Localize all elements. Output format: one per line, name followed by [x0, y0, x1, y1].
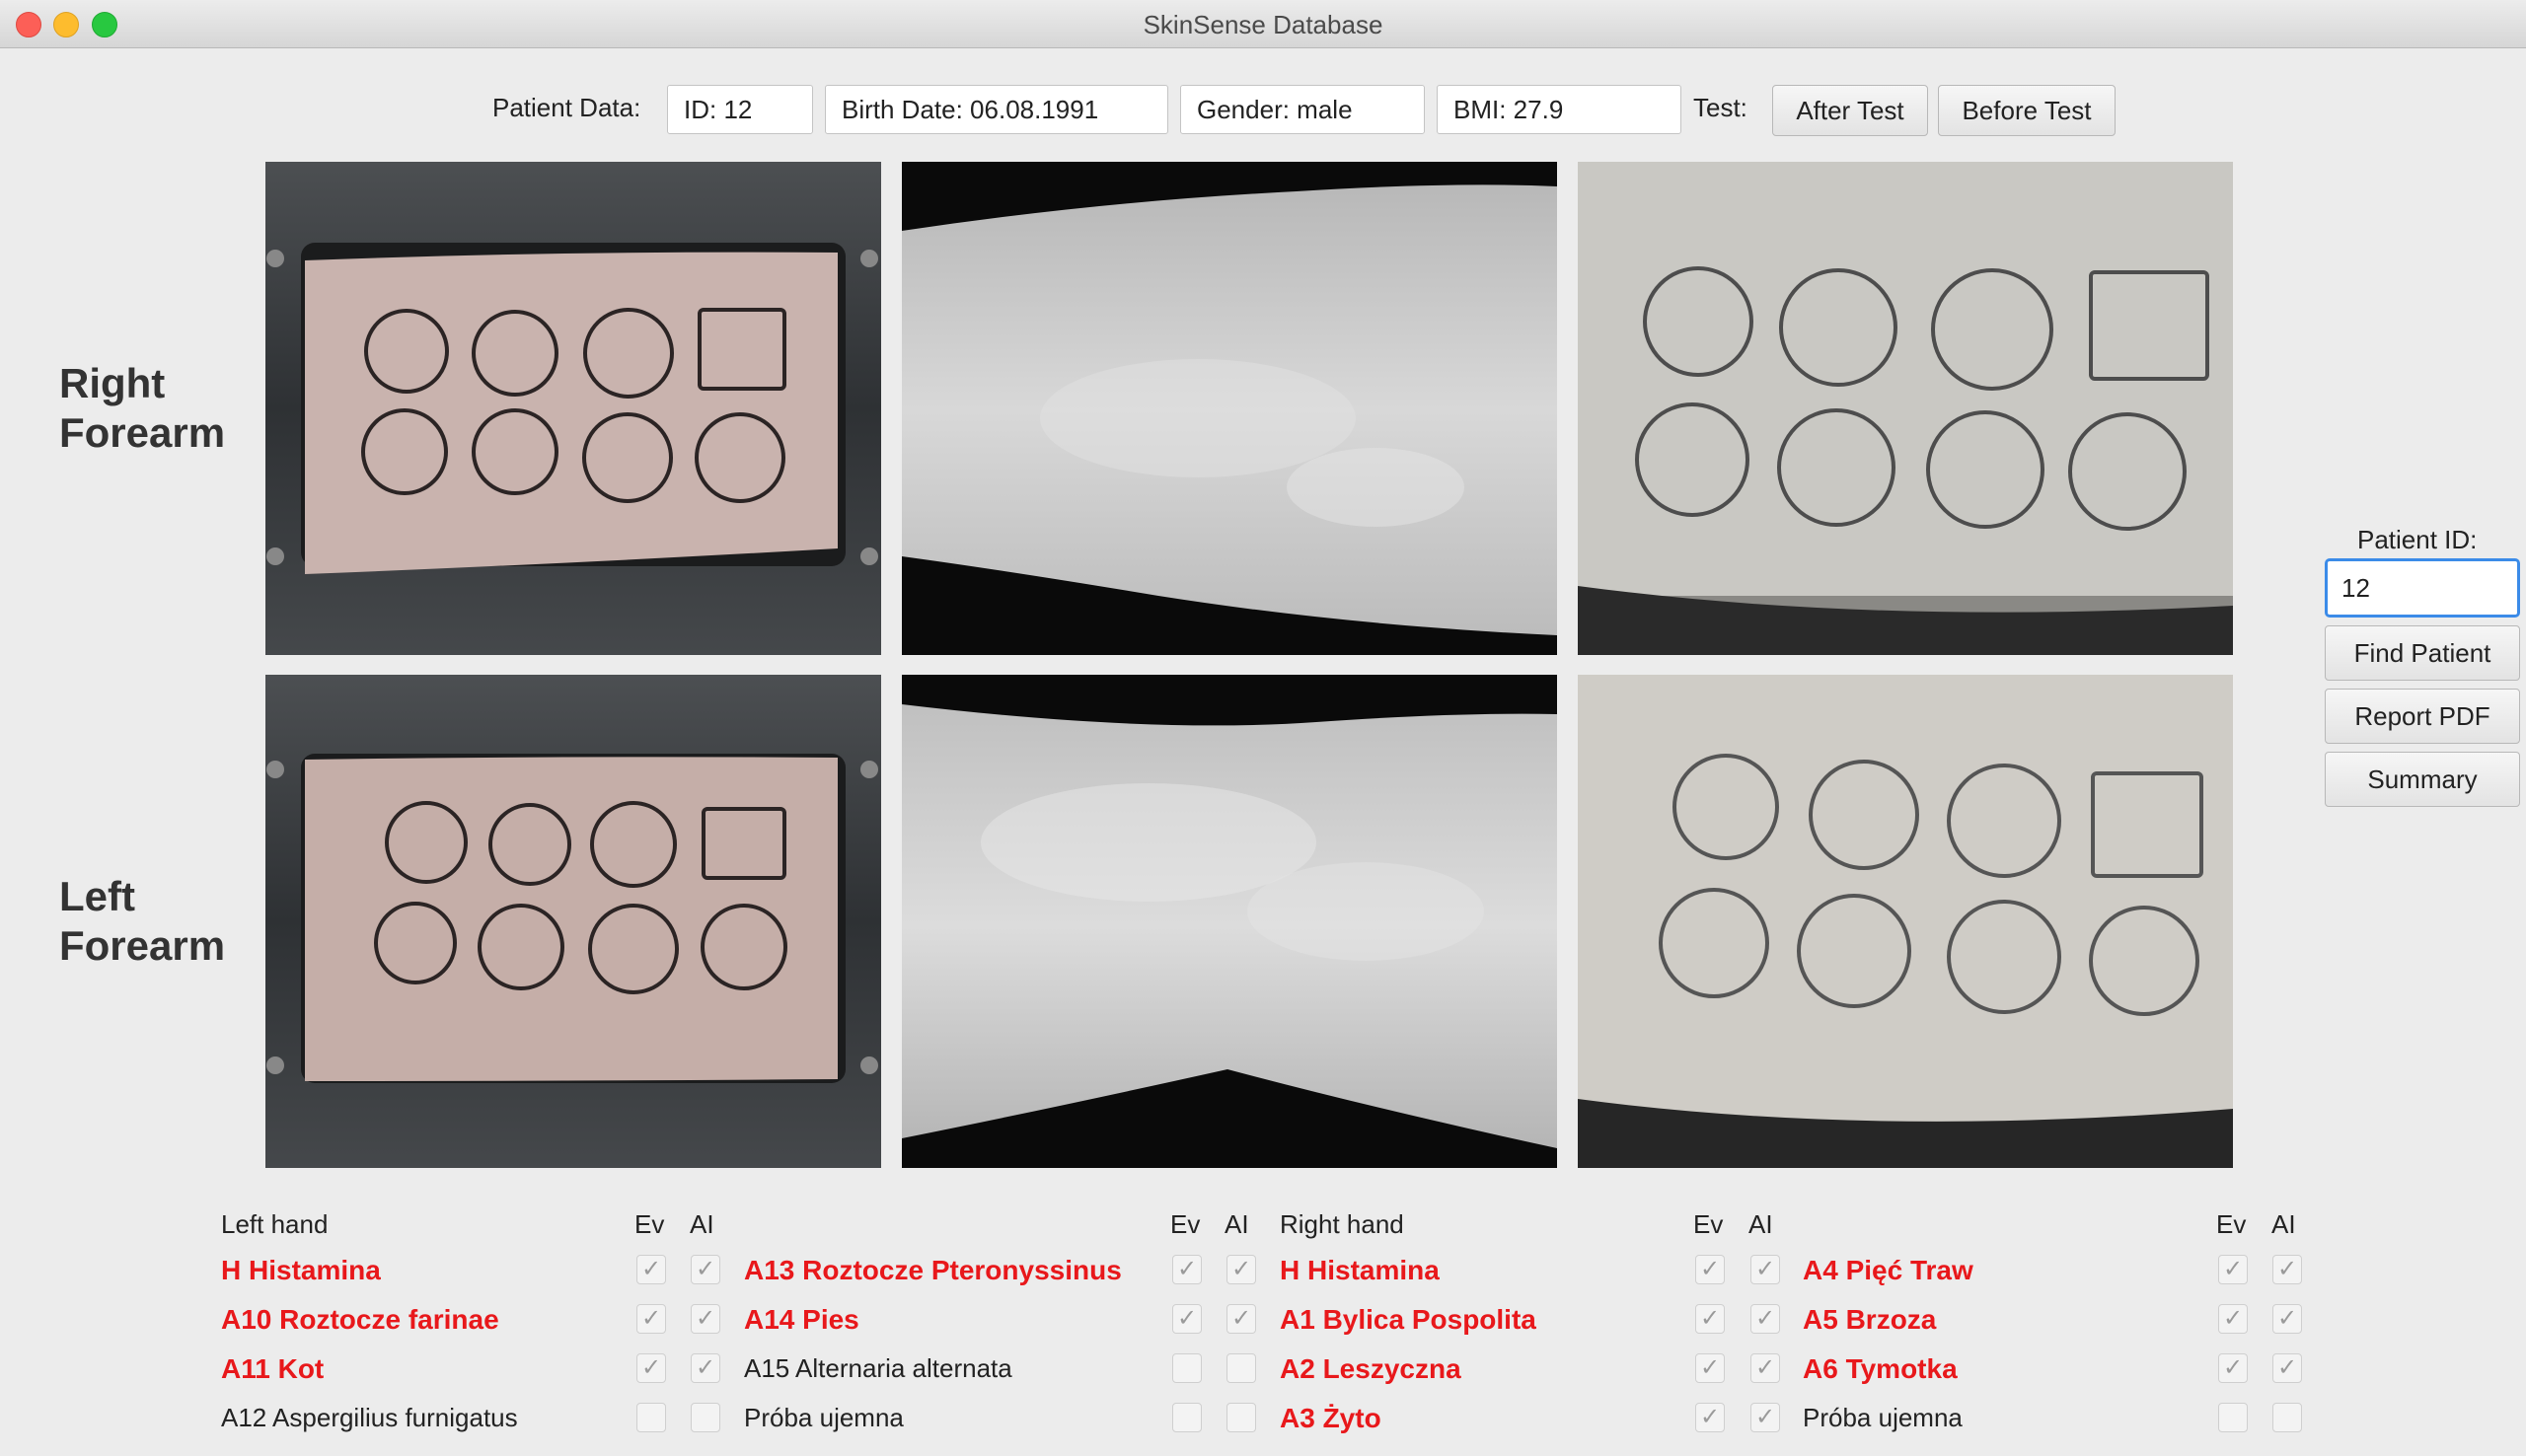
- title-bar: SkinSense Database: [0, 0, 2526, 48]
- patient-id-label: Patient ID:: [2357, 525, 2478, 554]
- ev-checkbox[interactable]: ✓: [636, 1304, 666, 1334]
- ai-checkbox[interactable]: [2272, 1403, 2302, 1432]
- left-forearm-thermal-markings-image: [1578, 675, 2233, 1168]
- right-hand-header: Right hand: [1280, 1209, 1404, 1239]
- allergen-item: A1 Bylica Pospolita: [1280, 1304, 1536, 1335]
- allergen-item: A14 Pies: [744, 1304, 859, 1335]
- patient-data-label: Patient Data:: [492, 93, 641, 122]
- right-forearm-label-line1: Right: [59, 360, 166, 406]
- ev-checkbox[interactable]: [2218, 1403, 2248, 1432]
- ev-checkbox[interactable]: ✓: [1172, 1304, 1202, 1334]
- right-forearm-thermal-markings-image: [1578, 162, 2233, 655]
- ai-checkbox[interactable]: [1226, 1353, 1256, 1383]
- allergen-item: A3 Żyto: [1280, 1403, 1381, 1433]
- ev-checkbox[interactable]: ✓: [2218, 1255, 2248, 1284]
- ai-checkbox[interactable]: ✓: [691, 1304, 720, 1334]
- right-forearm-label-line2: Forearm: [59, 409, 226, 456]
- left-forearm-photo: [265, 675, 881, 1168]
- window-title: SkinSense Database: [1143, 10, 1383, 39]
- allergen-item: H Histamina: [1280, 1255, 1440, 1285]
- ev-checkbox[interactable]: ✓: [1172, 1255, 1202, 1284]
- ai-checkbox[interactable]: ✓: [1750, 1353, 1780, 1383]
- ev-checkbox[interactable]: ✓: [636, 1353, 666, 1383]
- ev-checkbox[interactable]: [1172, 1353, 1202, 1383]
- allergen-item: A12 Aspergilius furnigatus: [221, 1403, 518, 1432]
- allergen-item: A10 Roztocze farinae: [221, 1304, 499, 1335]
- ev-checkbox[interactable]: ✓: [1695, 1403, 1725, 1432]
- find-patient-button[interactable]: Find Patient: [2325, 625, 2520, 681]
- ai-checkbox[interactable]: ✓: [2272, 1255, 2302, 1284]
- allergen-item: A13 Roztocze Pteronyssinus: [744, 1255, 1122, 1285]
- ai-checkbox[interactable]: ✓: [1750, 1255, 1780, 1284]
- allergen-item: Próba ujemna: [1803, 1403, 1963, 1432]
- ai-header: AI: [1748, 1209, 1773, 1239]
- summary-button[interactable]: Summary: [2325, 752, 2520, 807]
- ev-checkbox[interactable]: ✓: [1695, 1255, 1725, 1284]
- ai-checkbox[interactable]: ✓: [691, 1353, 720, 1383]
- left-hand-header: Left hand: [221, 1209, 329, 1239]
- ev-checkbox[interactable]: ✓: [1695, 1353, 1725, 1383]
- allergen-item: A2 Leszyczna: [1280, 1353, 1461, 1384]
- ev-header: Ev: [634, 1209, 665, 1239]
- ev-checkbox[interactable]: ✓: [2218, 1353, 2248, 1383]
- report-pdf-button[interactable]: Report PDF: [2325, 689, 2520, 744]
- ai-checkbox[interactable]: ✓: [691, 1255, 720, 1284]
- allergen-item: H Histamina: [221, 1255, 381, 1285]
- ai-checkbox[interactable]: [1226, 1403, 1256, 1432]
- ev-header: Ev: [1170, 1209, 1201, 1239]
- ai-checkbox[interactable]: ✓: [1226, 1255, 1256, 1284]
- allergen-item: A11 Kot: [221, 1353, 325, 1384]
- left-forearm-label: Left Forearm: [59, 872, 225, 971]
- allergen-item: A6 Tymotka: [1803, 1353, 1958, 1384]
- ai-header: AI: [690, 1209, 714, 1239]
- ai-header: AI: [2271, 1209, 2296, 1239]
- left-forearm-label-line1: Left: [59, 873, 135, 919]
- allergen-item: A15 Alternaria alternata: [744, 1353, 1012, 1383]
- ev-checkbox[interactable]: ✓: [2218, 1304, 2248, 1334]
- allergen-item: Próba ujemna: [744, 1403, 904, 1432]
- ev-header: Ev: [2216, 1209, 2247, 1239]
- patient-id-search-input[interactable]: 12: [2325, 558, 2520, 618]
- ev-checkbox[interactable]: ✓: [636, 1255, 666, 1284]
- ai-header: AI: [1225, 1209, 1249, 1239]
- allergen-item: A4 Pięć Traw: [1803, 1255, 1973, 1285]
- after-test-button[interactable]: After Test: [1772, 85, 1928, 136]
- gender-field[interactable]: Gender: male: [1180, 85, 1425, 134]
- birth-date-field[interactable]: Birth Date: 06.08.1991: [825, 85, 1168, 134]
- bmi-field[interactable]: BMI: 27.9: [1437, 85, 1681, 134]
- ev-header: Ev: [1693, 1209, 1724, 1239]
- ai-checkbox[interactable]: ✓: [1750, 1304, 1780, 1334]
- ai-checkbox[interactable]: ✓: [1226, 1304, 1256, 1334]
- right-forearm-label: Right Forearm: [59, 359, 225, 458]
- allergen-item: A5 Brzoza: [1803, 1304, 1937, 1335]
- ai-checkbox[interactable]: ✓: [2272, 1353, 2302, 1383]
- ev-checkbox[interactable]: [1172, 1403, 1202, 1432]
- right-forearm-thermal-image: [902, 162, 1557, 655]
- ev-checkbox[interactable]: [636, 1403, 666, 1432]
- test-label: Test:: [1693, 93, 1747, 122]
- before-test-button[interactable]: Before Test: [1938, 85, 2116, 136]
- left-forearm-thermal-image: [902, 675, 1557, 1168]
- ai-checkbox[interactable]: ✓: [1750, 1403, 1780, 1432]
- left-forearm-label-line2: Forearm: [59, 922, 226, 969]
- ev-checkbox[interactable]: ✓: [1695, 1304, 1725, 1334]
- patient-id-field[interactable]: ID: 12: [667, 85, 813, 134]
- ai-checkbox[interactable]: ✓: [2272, 1304, 2302, 1334]
- right-forearm-photo: [265, 162, 881, 655]
- ai-checkbox[interactable]: [691, 1403, 720, 1432]
